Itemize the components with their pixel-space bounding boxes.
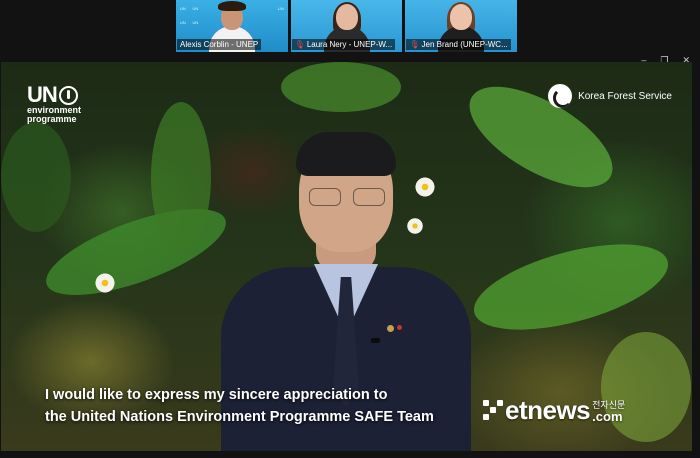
etnews-mark-icon	[483, 400, 505, 420]
avatar	[335, 4, 358, 30]
participant-strip: UN UN UN UN UN Alexis Corblin - UNEP 🎙 L…	[176, 0, 518, 52]
mic-off-icon: 🎙	[294, 40, 305, 49]
participant-tile[interactable]: UN UN UN UN UN Alexis Corblin - UNEP	[176, 0, 288, 52]
globe-icon	[58, 85, 78, 105]
participant-name-label: 🎙 Laura Nery - UNEP-W...	[291, 39, 396, 50]
korea-forest-service-logo: Korea Forest Service	[548, 84, 672, 108]
fern-leaf	[151, 102, 211, 252]
mic-off-icon: 🎙	[409, 40, 420, 49]
avatar	[450, 4, 473, 30]
participant-name-label: Alexis Corblin - UNEP	[177, 39, 262, 50]
daisy-flower	[94, 272, 116, 294]
participant-tile[interactable]: 🎙 Jen Brand (UNEP-WC...	[405, 0, 518, 52]
main-video[interactable]: UN environment programme Korea Forest Se…	[1, 62, 692, 451]
fern-leaf	[601, 332, 691, 442]
fern-leaf	[1, 122, 71, 232]
unep-logo: UN environment programme	[27, 82, 82, 124]
lapel-mic	[371, 338, 380, 343]
lapel-pin	[387, 325, 394, 332]
participant-name-label: 🎙 Jen Brand (UNEP-WC...	[406, 39, 511, 50]
video-subtitle: I would like to express my sincere appre…	[45, 387, 434, 425]
emblem-icon	[548, 84, 573, 108]
participant-tile[interactable]: 🎙 Laura Nery - UNEP-W...	[290, 0, 403, 52]
etnews-watermark: etnews 전자신문 .com	[483, 396, 625, 424]
